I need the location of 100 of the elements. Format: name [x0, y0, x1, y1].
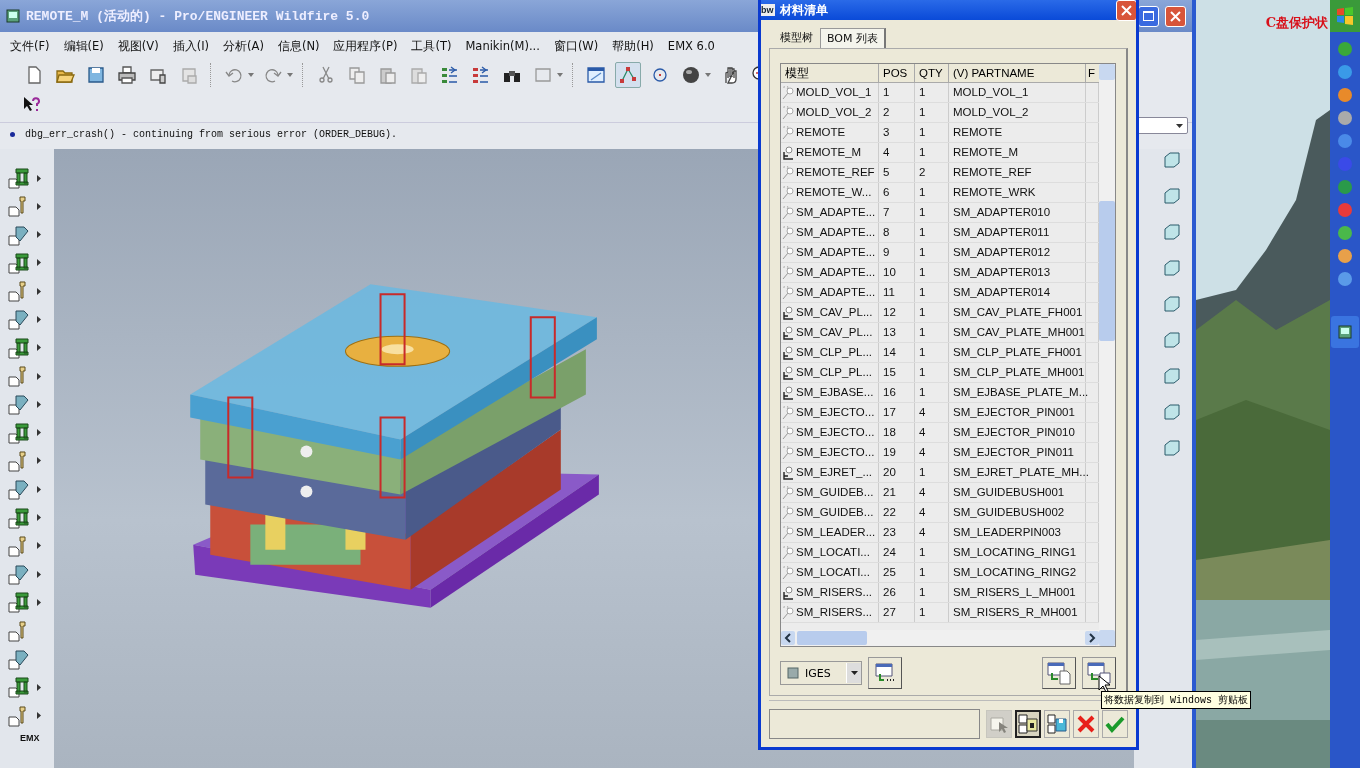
table-cell-text: SM_EJECTO...	[796, 445, 875, 460]
table-cell-text: SM_GUIDEB...	[796, 485, 874, 500]
table-cell: SM_LEADERPIN003	[949, 523, 1086, 542]
table-cell: 1	[915, 203, 949, 222]
menu-item[interactable]: 应用程序(P)	[333, 38, 398, 54]
table-cell: 1	[915, 103, 949, 122]
table-cell-text: SM_ADAPTE...	[796, 265, 876, 280]
table-cell: 1	[915, 463, 949, 482]
table-cell: 6	[879, 183, 915, 202]
table-cell: 18	[879, 423, 915, 442]
table-cell: SM_LOCATING_RING2	[949, 563, 1086, 582]
table-cell: SM_EJECTOR_PIN010	[949, 423, 1086, 442]
table-cell-text: SM_EJECTO...	[796, 425, 875, 440]
table-cell: 1	[879, 83, 915, 102]
table-cell: 10	[879, 263, 915, 282]
table-cell-text: SM_ADAPTE...	[796, 225, 876, 240]
menu-item[interactable]: EMX 6.0	[667, 39, 715, 53]
table-cell: 1	[915, 543, 949, 562]
table-cell: 1	[915, 83, 949, 102]
column-header[interactable]: 模型	[781, 64, 879, 82]
table-cell: SM_GUIDEBUSH001	[949, 483, 1086, 502]
table-cell: 1	[915, 383, 949, 402]
column-header[interactable]: POS	[879, 64, 915, 82]
table-cell: 24	[879, 543, 915, 562]
table-cell-text: SM_ADAPTE...	[796, 245, 876, 260]
table-cell: 12	[879, 303, 915, 322]
table-cell: 2	[879, 103, 915, 122]
table-cell: 1	[915, 243, 949, 262]
table-cell: 22	[879, 503, 915, 522]
table-cell: 4	[915, 403, 949, 422]
table-cell-text: REMOTE_M	[796, 145, 862, 160]
table-cell-text: SM_RISERS...	[796, 585, 873, 600]
table-cell: SM_CLP_PLATE_MH001	[949, 363, 1086, 382]
table-cell: 1	[915, 123, 949, 142]
table-cell: REMOTE_REF	[949, 163, 1086, 182]
table-cell-text: SM_GUIDEB...	[796, 505, 874, 520]
table-cell-text: SM_RISERS...	[796, 605, 873, 620]
table-cell: SM_LOCATING_RING1	[949, 543, 1086, 562]
table-cell: SM_ADAPTER012	[949, 243, 1086, 262]
table-cell: 1	[915, 283, 949, 302]
menu-item[interactable]: 文件(F)	[10, 38, 50, 54]
table-cell-text: MOLD_VOL_1	[796, 85, 872, 100]
menu-item[interactable]: 窗口(W)	[553, 38, 599, 54]
table-cell: 1	[915, 583, 949, 602]
table-cell: 15	[879, 363, 915, 382]
table-cell-text: SM_EJBASE...	[796, 385, 874, 400]
table-cell: 26	[879, 583, 915, 602]
table-cell: 4	[915, 483, 949, 502]
table-cell: SM_RISERS_L_MH001	[949, 583, 1086, 602]
table-cell: 2	[915, 163, 949, 182]
format-dropdown[interactable]: IGES	[780, 661, 862, 685]
dialog-title: 材料清单	[779, 1, 828, 19]
table-cell-text: REMOTE_W...	[796, 185, 872, 200]
table-cell-text: REMOTE_REF	[796, 165, 875, 180]
table-cell: 1	[915, 343, 949, 362]
table-cell: 21	[879, 483, 915, 502]
message-text: dbg_err_crash() - continuing from serious error (ORDER_DEBUG).	[25, 128, 398, 140]
tooltip: 将数据复制到 Windows 剪贴板	[1101, 691, 1251, 709]
table-cell: 8	[879, 223, 915, 242]
table-cell: 4	[915, 423, 949, 442]
column-header[interactable]: F	[1086, 64, 1099, 82]
table-cell: SM_ADAPTER013	[949, 263, 1086, 282]
table-cell: 19	[879, 443, 915, 462]
table-cell: 3	[879, 123, 915, 142]
table-cell: REMOTE	[949, 123, 1086, 142]
menu-item[interactable]: Manikin(M)...	[465, 39, 540, 53]
menu-item[interactable]: 视图(V)	[117, 38, 159, 54]
table-cell: 1	[915, 183, 949, 202]
table-cell: 1	[915, 303, 949, 322]
table-cell: MOLD_VOL_1	[949, 83, 1086, 102]
table-cell: 25	[879, 563, 915, 582]
table-cell: 4	[915, 443, 949, 462]
table-cell: 4	[915, 503, 949, 522]
table-cell: SM_RISERS_R_MH001	[949, 603, 1086, 622]
table-cell-text: SM_LEADER...	[796, 525, 876, 540]
notice-text: C盘保护状	[1265, 14, 1328, 32]
menu-item[interactable]: 分析(A)	[223, 38, 264, 54]
table-cell-text: SM_LOCATI...	[796, 565, 870, 580]
menu-item[interactable]: 信息(N)	[277, 38, 320, 54]
table-cell: 5	[879, 163, 915, 182]
table-cell: SM_GUIDEBUSH002	[949, 503, 1086, 522]
tab[interactable]: BOM 列表	[820, 28, 886, 48]
menu-item[interactable]: 插入(I)	[172, 38, 210, 54]
dialog-logo: bw	[761, 4, 775, 16]
table-cell: SM_EJECTOR_PIN001	[949, 403, 1086, 422]
table-cell: 9	[879, 243, 915, 262]
menu-item[interactable]: 工具(T)	[411, 38, 452, 54]
tab[interactable]: 模型树	[773, 27, 820, 48]
emx-label: EMX	[19, 732, 41, 743]
column-header[interactable]: QTY	[915, 64, 949, 82]
table-cell: 1	[915, 223, 949, 242]
table-cell: 1	[915, 143, 949, 162]
table-cell-text: SM_EJECTO...	[796, 405, 875, 420]
menu-item[interactable]: 编辑(E)	[63, 38, 104, 54]
menu-item[interactable]: 帮助(H)	[612, 38, 654, 54]
table-cell: SM_CAV_PLATE_MH001	[949, 323, 1086, 342]
table-cell-text: SM_EJRET_...	[796, 465, 873, 480]
column-header[interactable]: (V) PARTNAME	[949, 64, 1086, 82]
table-cell: 4	[879, 143, 915, 162]
table-cell: 14	[879, 343, 915, 362]
